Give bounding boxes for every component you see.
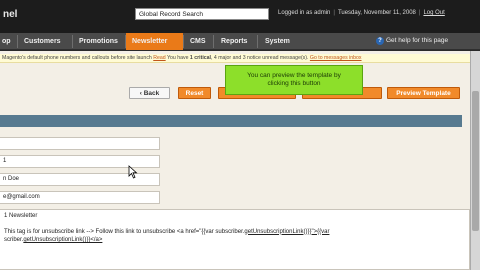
template-content-textarea[interactable]: 1 Newsletter This tag is for unsubscribe…	[0, 209, 470, 270]
preview-template-button[interactable]: Preview Template	[387, 87, 460, 99]
nav-item-dashboard[interactable]: op	[0, 33, 17, 50]
top-header: nel Logged in as admin|Tuesday, November…	[0, 0, 480, 33]
vertical-scrollbar[interactable]	[470, 51, 480, 270]
form-field-4[interactable]: e@gmail.com	[0, 191, 160, 204]
mouse-cursor-icon	[128, 165, 138, 179]
notice-text-3: , 4 major and 3 notice unread message(s)…	[210, 55, 309, 61]
help-link[interactable]: ? Get help for this page	[376, 37, 448, 45]
reset-button[interactable]: Reset	[178, 87, 211, 99]
nav-item-reports[interactable]: Reports	[215, 33, 253, 50]
help-icon: ?	[376, 37, 384, 45]
nav-divider	[213, 35, 214, 48]
logo: nel	[3, 9, 18, 20]
scrollbar-thumb[interactable]	[472, 91, 479, 231]
logged-in-label: Logged in as admin	[278, 10, 331, 16]
main-nav: op Customers Promotions Newsletter CMS R…	[0, 33, 480, 50]
nav-item-newsletter[interactable]: Newsletter	[126, 33, 183, 50]
notice-text-2: You have	[167, 55, 189, 61]
help-label: Get help for this page	[386, 37, 449, 44]
notice-read-link[interactable]: Read	[153, 55, 165, 61]
content-line-1a: This tag is for unsubscribe link --> Fol…	[4, 228, 245, 235]
notice-text: Magento's default phone numbers and call…	[2, 55, 152, 61]
notice-inbox-link[interactable]: Go to messages inbox	[310, 55, 362, 61]
content-line-2a: scriber.	[4, 237, 24, 243]
date-label: Tuesday, November 11, 2008	[337, 10, 416, 16]
system-notice: Magento's default phone numbers and call…	[0, 54, 470, 63]
nav-divider	[257, 35, 258, 48]
tutorial-callout: You can preview the template by clicking…	[225, 65, 363, 95]
callout-line-2: clicking this button	[267, 80, 321, 87]
back-button-label: Back	[143, 90, 160, 97]
content-line-2: scriber.getUnsubscriptionLink()}}</a>	[4, 236, 465, 245]
notice-critical: 1 critical	[189, 55, 211, 61]
section-header-bar	[0, 115, 462, 127]
logout-link[interactable]: Log Out	[423, 10, 444, 16]
nav-item-promotions[interactable]: Promotions	[73, 33, 124, 50]
header-info: Logged in as admin | Tuesday, November 11,…	[278, 10, 445, 16]
nav-item-system[interactable]: System	[259, 33, 296, 50]
nav-item-cms[interactable]: CMS	[184, 33, 212, 50]
global-search-input[interactable]	[135, 8, 269, 20]
form-field-1[interactable]	[0, 137, 160, 150]
content-line-2b: getUnsubscriptionLink()}}</a>	[23, 237, 103, 243]
callout-line-1: You can preview the template by	[247, 72, 341, 79]
subject-line: 1 Newsletter	[4, 213, 38, 219]
nav-item-customers[interactable]: Customers	[18, 33, 67, 50]
content-line-1: This tag is for unsubscribe link --> Fol…	[4, 228, 465, 237]
content-line-1b: getUnsubscriptionLink()}}">{{var	[244, 228, 330, 235]
main-content: Magento's default phone numbers and call…	[0, 51, 470, 270]
back-button[interactable]: ‹ Back	[129, 87, 170, 99]
